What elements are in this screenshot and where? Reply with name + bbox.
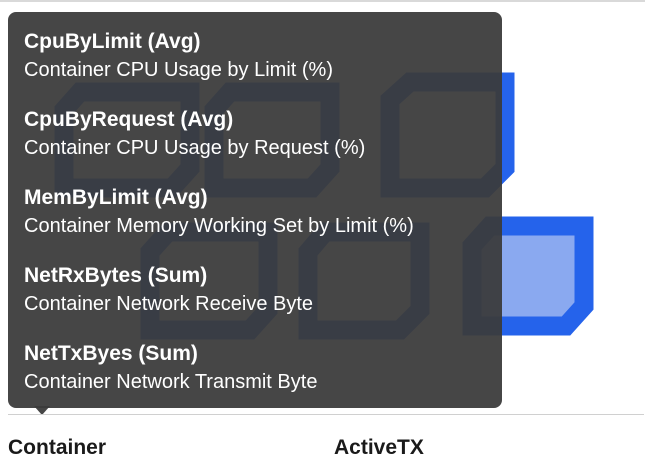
column-header-activetx[interactable]: ActiveTX <box>334 436 424 460</box>
table-divider <box>8 414 644 415</box>
metric-title: NetRxBytes (Sum) <box>24 264 208 287</box>
tooltip-metric: NetTxByes (Sum) Container Network Transm… <box>24 341 502 419</box>
metric-description: Container Memory Working Set by Limit (%… <box>24 215 414 237</box>
metric-title: CpuByRequest (Avg) <box>24 108 234 131</box>
metric-title: MemByLimit (Avg) <box>24 186 208 209</box>
tooltip-metric: NetRxBytes (Sum) Container Network Recei… <box>24 263 502 341</box>
tooltip-metric: MemByLimit (Avg) Container Memory Workin… <box>24 185 502 263</box>
metric-description: Container Network Transmit Byte <box>24 371 318 393</box>
metric-description: Container CPU Usage by Limit (%) <box>24 59 333 81</box>
metric-description: Container CPU Usage by Request (%) <box>24 137 366 159</box>
tooltip-metric: CpuByRequest (Avg) Container CPU Usage b… <box>24 107 502 185</box>
metric-title: NetTxByes (Sum) <box>24 342 198 365</box>
container-view: CpuByLimit (Avg) Container CPU Usage by … <box>0 0 652 472</box>
column-header-container[interactable]: Container <box>8 436 106 460</box>
metric-description: Container Network Receive Byte <box>24 293 314 315</box>
metrics-tooltip: CpuByLimit (Avg) Container CPU Usage by … <box>8 12 502 408</box>
tooltip-metric: CpuByLimit (Avg) Container CPU Usage by … <box>24 29 502 107</box>
metric-title: CpuByLimit (Avg) <box>24 30 201 53</box>
